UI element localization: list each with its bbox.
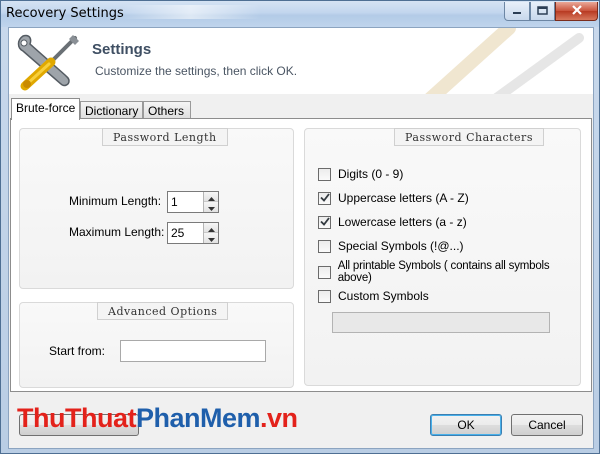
cancel-button[interactable]: Cancel	[511, 414, 583, 436]
lowercase-checkbox[interactable]	[318, 215, 331, 229]
special-symbols-label: Special Symbols (!@...)	[338, 239, 464, 253]
dialog-client-area: Settings Customize the settings, then cl…	[8, 27, 594, 449]
custom-symbols-option[interactable]: Custom Symbols	[318, 288, 429, 304]
dialog-header: Settings Customize the settings, then cl…	[9, 28, 593, 94]
minimum-length-down-button[interactable]	[204, 202, 218, 212]
password-length-group: Password Length Minimum Length: 1 Maximu…	[19, 128, 294, 289]
maximize-icon	[537, 4, 548, 18]
maximum-length-stepper[interactable]: 25	[167, 222, 219, 244]
lowercase-label: Lowercase letters (a - z)	[338, 215, 467, 229]
special-symbols-option[interactable]: Special Symbols (!@...)	[318, 238, 464, 254]
maximum-length-label: Maximum Length:	[69, 225, 165, 239]
ok-button[interactable]: OK	[430, 414, 502, 436]
custom-symbols-label: Custom Symbols	[338, 289, 429, 303]
checkmark-icon	[319, 191, 330, 205]
minimum-length-label: Minimum Length:	[69, 194, 162, 208]
uppercase-option[interactable]: Uppercase letters (A - Z)	[318, 190, 469, 206]
maximize-button[interactable]	[530, 2, 555, 21]
maximum-length-arrows	[203, 223, 218, 243]
lowercase-option[interactable]: Lowercase letters (a - z)	[318, 214, 467, 230]
digits-option[interactable]: Digits (0 - 9)	[318, 166, 403, 182]
custom-symbols-checkbox[interactable]	[318, 289, 331, 303]
minimize-icon	[512, 4, 522, 18]
site-watermark: ThuThuatPhanMem.vn	[17, 403, 298, 435]
advanced-options-title: Advanced Options	[97, 302, 229, 320]
advanced-options-group: Advanced Options Start from:	[19, 302, 294, 388]
all-printable-option[interactable]: All printable Symbols ( contains all sym…	[318, 260, 580, 284]
minimum-length-value: 1	[171, 195, 178, 209]
all-printable-checkbox[interactable]	[318, 265, 331, 279]
password-characters-title: Password Characters	[394, 128, 544, 146]
title-bar-reflection	[121, 5, 261, 19]
chevron-down-icon	[207, 231, 215, 245]
custom-symbols-input[interactable]	[332, 312, 550, 333]
start-from-label: Start from:	[49, 344, 106, 358]
window-title: Recovery Settings	[6, 6, 124, 21]
watermark-part-3: .vn	[260, 403, 298, 433]
close-icon	[571, 4, 583, 18]
checkmark-icon	[319, 215, 330, 229]
close-button[interactable]	[555, 2, 598, 21]
header-subtitle: Customize the settings, then click OK.	[95, 64, 298, 78]
special-symbols-checkbox[interactable]	[318, 239, 331, 253]
digits-label: Digits (0 - 9)	[338, 167, 404, 181]
uppercase-label: Uppercase letters (A - Z)	[338, 191, 469, 205]
tools-watermark-icon	[389, 28, 593, 94]
password-length-title: Password Length	[102, 128, 228, 146]
title-bar[interactable]: Recovery Settings	[1, 1, 599, 27]
start-from-input[interactable]	[120, 340, 266, 362]
watermark-part-2: PhanMem	[135, 403, 261, 433]
watermark-part-1: ThuThuat	[17, 403, 136, 433]
header-title: Settings	[92, 41, 152, 58]
password-characters-group: Password Characters Digits (0 - 9) Upper…	[304, 128, 581, 386]
all-printable-label: All printable Symbols ( contains all sym…	[337, 260, 550, 284]
maximum-length-down-button[interactable]	[204, 233, 218, 243]
chevron-down-icon	[207, 200, 215, 214]
tab-brute-force[interactable]: Brute-force	[11, 98, 80, 120]
digits-checkbox[interactable]	[318, 167, 331, 181]
minimum-length-arrows	[203, 192, 218, 212]
maximum-length-value: 25	[171, 226, 185, 240]
minimize-button[interactable]	[504, 2, 530, 21]
minimum-length-stepper[interactable]: 1	[167, 191, 219, 213]
uppercase-checkbox[interactable]	[318, 191, 331, 205]
brute-force-panel: Password Length Minimum Length: 1 Maximu…	[10, 118, 592, 392]
recovery-settings-window: Recovery Settings Settings Customize the…	[0, 0, 600, 454]
tools-icon	[15, 32, 81, 94]
